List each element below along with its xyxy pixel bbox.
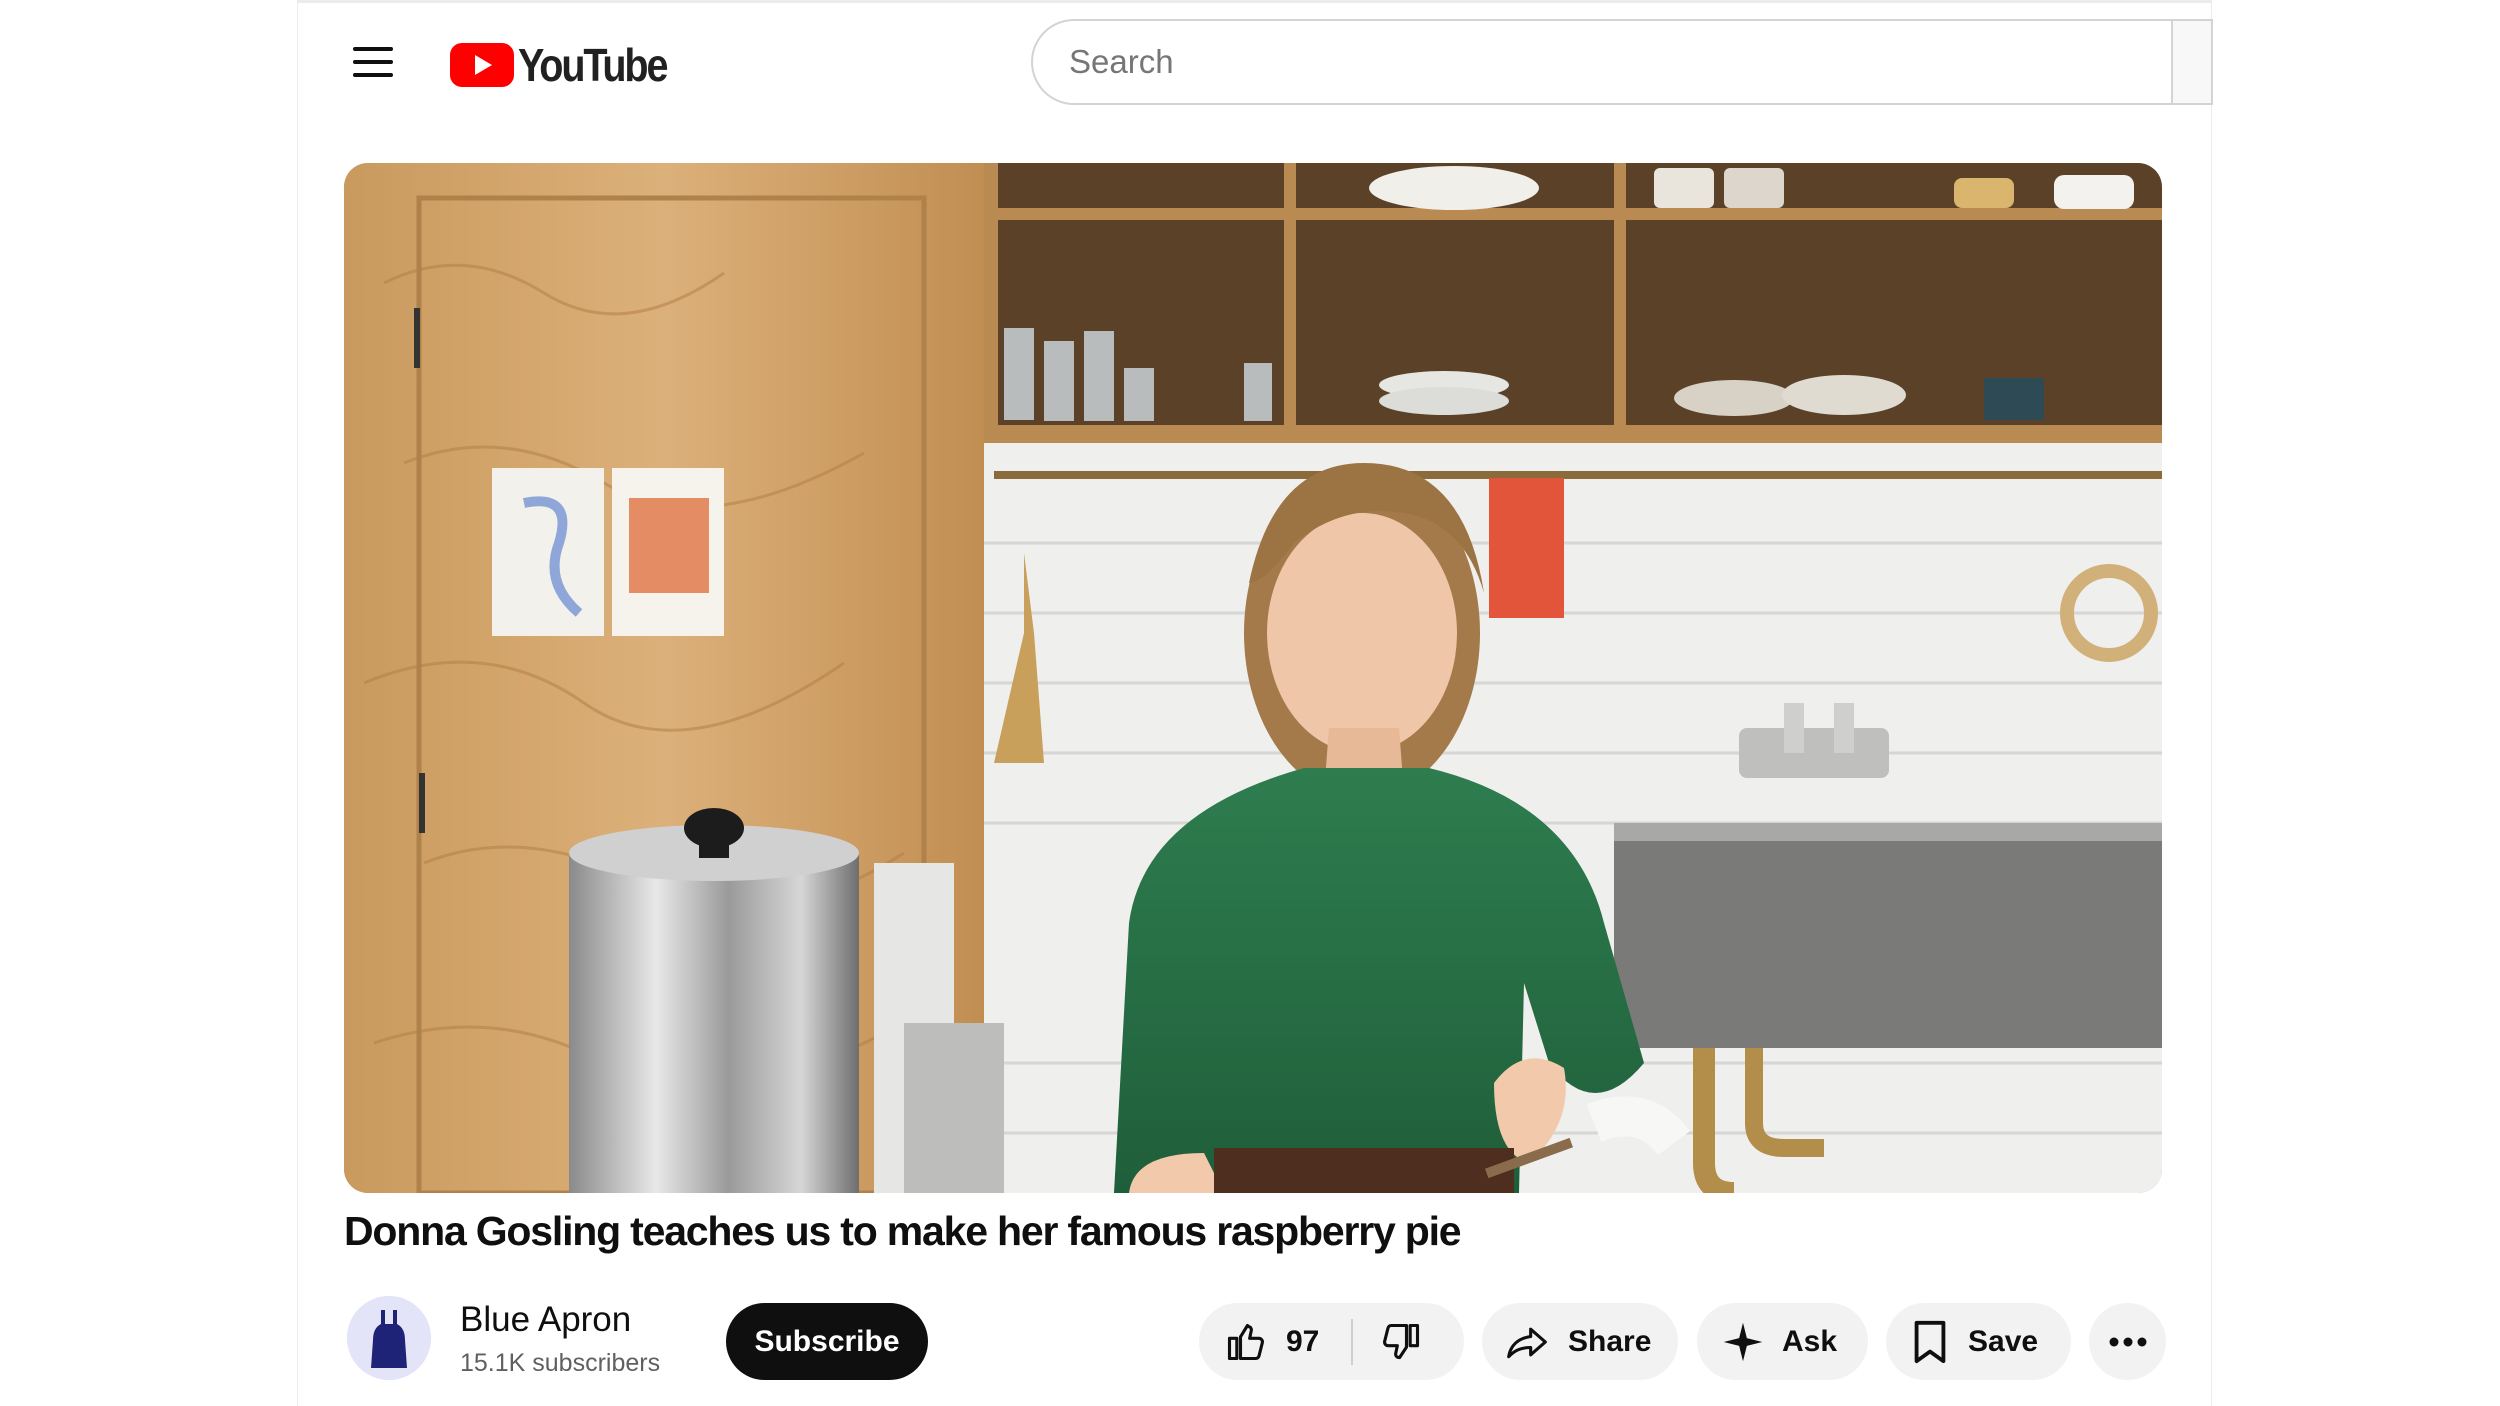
ask-label: Ask (1782, 1324, 1838, 1358)
subscribe-button[interactable]: Subscribe (726, 1303, 928, 1380)
menu-icon-bar (353, 73, 393, 77)
video-thumbnail (344, 163, 2162, 1193)
search-input[interactable] (1031, 19, 2173, 105)
dislike-icon (1383, 1323, 1420, 1359)
youtube-logo[interactable]: YouTube (450, 38, 690, 92)
ask-sparkle-icon (1722, 1321, 1764, 1363)
video-player[interactable] (344, 163, 2162, 1193)
like-count: 97 (1286, 1324, 1320, 1358)
like-dislike-group: 97 (1199, 1303, 1464, 1380)
page: YouTube Search Donna Gosling teaches us … (297, 0, 2213, 1406)
logo-text: YouTube (518, 39, 668, 91)
share-label: Share (1568, 1324, 1652, 1358)
save-button[interactable]: Save (1886, 1303, 2071, 1380)
more-icon (2109, 1337, 2146, 1346)
like-button[interactable]: 97 (1199, 1303, 1319, 1380)
search-button[interactable] (2173, 19, 2213, 105)
search-bar (1031, 19, 2213, 105)
menu-icon-bar (353, 60, 393, 64)
avatar[interactable] (347, 1296, 431, 1380)
menu-icon-bar (353, 47, 393, 51)
like-icon (1227, 1323, 1264, 1360)
save-label: Save (1968, 1324, 2039, 1358)
dislike-button[interactable] (1353, 1303, 1423, 1380)
more-actions-button[interactable] (2089, 1303, 2166, 1380)
apron-icon (347, 1296, 431, 1380)
channel-name[interactable]: Blue Apron (460, 1300, 631, 1340)
video-title: Donna Gosling teaches us to make her fam… (344, 1208, 1462, 1254)
top-divider (298, 0, 2211, 3)
ask-button[interactable]: Ask (1697, 1303, 1868, 1380)
share-icon (1504, 1320, 1550, 1364)
youtube-logo-icon (450, 43, 514, 87)
subscriber-count: 15.1K subscribers (460, 1349, 661, 1377)
menu-button[interactable] (349, 38, 397, 86)
save-icon (1910, 1319, 1950, 1365)
share-button[interactable]: Share (1482, 1303, 1678, 1380)
